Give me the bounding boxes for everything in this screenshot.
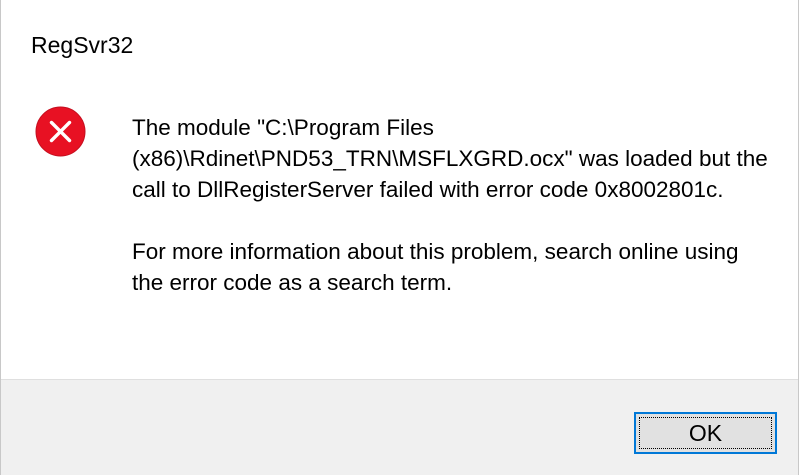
ok-button-label: OK — [688, 420, 723, 446]
error-dialog: RegSvr32 The module "C:\Program Files (x… — [0, 0, 799, 475]
dialog-title: RegSvr32 — [31, 32, 134, 58]
button-bar: OK — [1, 379, 798, 475]
message-area: The module "C:\Program Files (x86)\Rdine… — [132, 112, 772, 298]
ok-button[interactable]: OK — [634, 412, 777, 454]
title-bar[interactable]: RegSvr32 — [1, 0, 798, 80]
error-message: The module "C:\Program Files (x86)\Rdine… — [132, 115, 768, 202]
error-icon — [35, 106, 86, 157]
dialog-content: The module "C:\Program Files (x86)\Rdine… — [1, 80, 798, 380]
help-message: For more information about this problem,… — [132, 239, 739, 295]
